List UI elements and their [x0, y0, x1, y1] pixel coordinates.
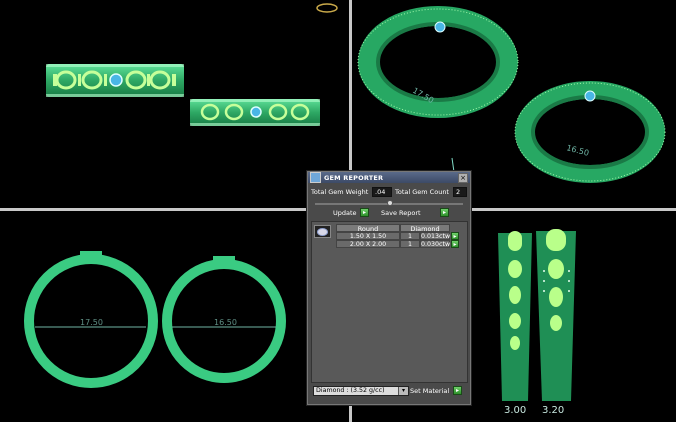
row-weight: 0.013ctw — [420, 232, 451, 240]
ring-band-small — [190, 99, 320, 126]
ring-render-front-view: 17.50 16.50 — [24, 251, 286, 388]
close-icon[interactable]: × — [458, 173, 468, 183]
ring-band-large — [46, 64, 184, 97]
front-dimension-label-1: 17.50 — [80, 318, 103, 327]
row-count: 1 — [400, 240, 420, 248]
material-select-value: Diamond : (3.52 g/cc) — [316, 387, 385, 394]
total-gem-weight-label: Total Gem Weight — [311, 188, 369, 196]
ring-side-left: 3.00 — [498, 231, 532, 416]
row-action-button[interactable]: ▸ — [451, 232, 459, 240]
gem-panel-slider[interactable] — [315, 200, 463, 206]
set-material-button[interactable]: ▸ — [453, 386, 462, 395]
chevron-down-icon[interactable]: ▾ — [398, 387, 408, 395]
row-size: 1.50 X 1.50 — [336, 232, 400, 240]
material-select[interactable]: Diamond : (3.52 g/cc) ▾ — [313, 386, 409, 396]
row-size: 2.00 X 2.00 — [336, 240, 400, 248]
ring-front-small: 16.50 — [162, 256, 286, 383]
front-dimension-label-2: 16.50 — [214, 318, 237, 327]
total-gem-count-field[interactable]: 2 — [453, 187, 467, 197]
ring-front-large: 17.50 — [24, 251, 158, 388]
set-material-label: Set Material — [410, 387, 450, 395]
update-label: Update — [333, 209, 357, 217]
slider-knob[interactable] — [387, 200, 393, 206]
total-gem-weight-field[interactable]: .04 — [372, 187, 392, 197]
viewport-bottom-left[interactable]: 17.50 16.50 — [0, 211, 349, 422]
row-weight: 0.030ctw — [420, 240, 451, 248]
ring-perspective-small: 16.50 — [514, 81, 666, 183]
viewport-top-left[interactable] — [0, 0, 349, 208]
gem-reporter-title: GEM REPORTER — [324, 173, 384, 182]
row-count: 1 — [400, 232, 420, 240]
gem-thumbnail-icon — [314, 225, 331, 238]
ring-render-top-view — [46, 3, 338, 126]
dimension-label-2: 16.50 — [565, 143, 589, 158]
gem-reporter-title-bar[interactable]: GEM REPORTER × — [308, 172, 470, 183]
row-action-button[interactable]: ▸ — [451, 240, 459, 248]
width-label-2: 3.20 — [542, 405, 564, 416]
ring-side-right: 3.20 — [536, 229, 576, 416]
column-header-diamond[interactable]: Diamond — [400, 224, 450, 233]
update-button[interactable]: ▸ — [360, 208, 369, 217]
gem-list: Round Diamond 1.50 X 1.50 1 0.013ctw ▸ 2… — [311, 221, 468, 383]
gem-reporter-panel: GEM REPORTER × Total Gem Weight .04 Tota… — [306, 170, 472, 406]
save-report-label: Save Report — [381, 209, 421, 217]
ring-perspective-large: 17.50 — [357, 6, 519, 173]
column-header-round[interactable]: Round — [336, 224, 400, 233]
gem-reporter-app-icon — [310, 172, 321, 183]
save-report-button[interactable]: ▸ — [440, 208, 449, 217]
logo-icon — [316, 3, 338, 13]
width-label-1: 3.00 — [504, 405, 526, 416]
total-gem-count-label: Total Gem Count — [395, 188, 449, 196]
